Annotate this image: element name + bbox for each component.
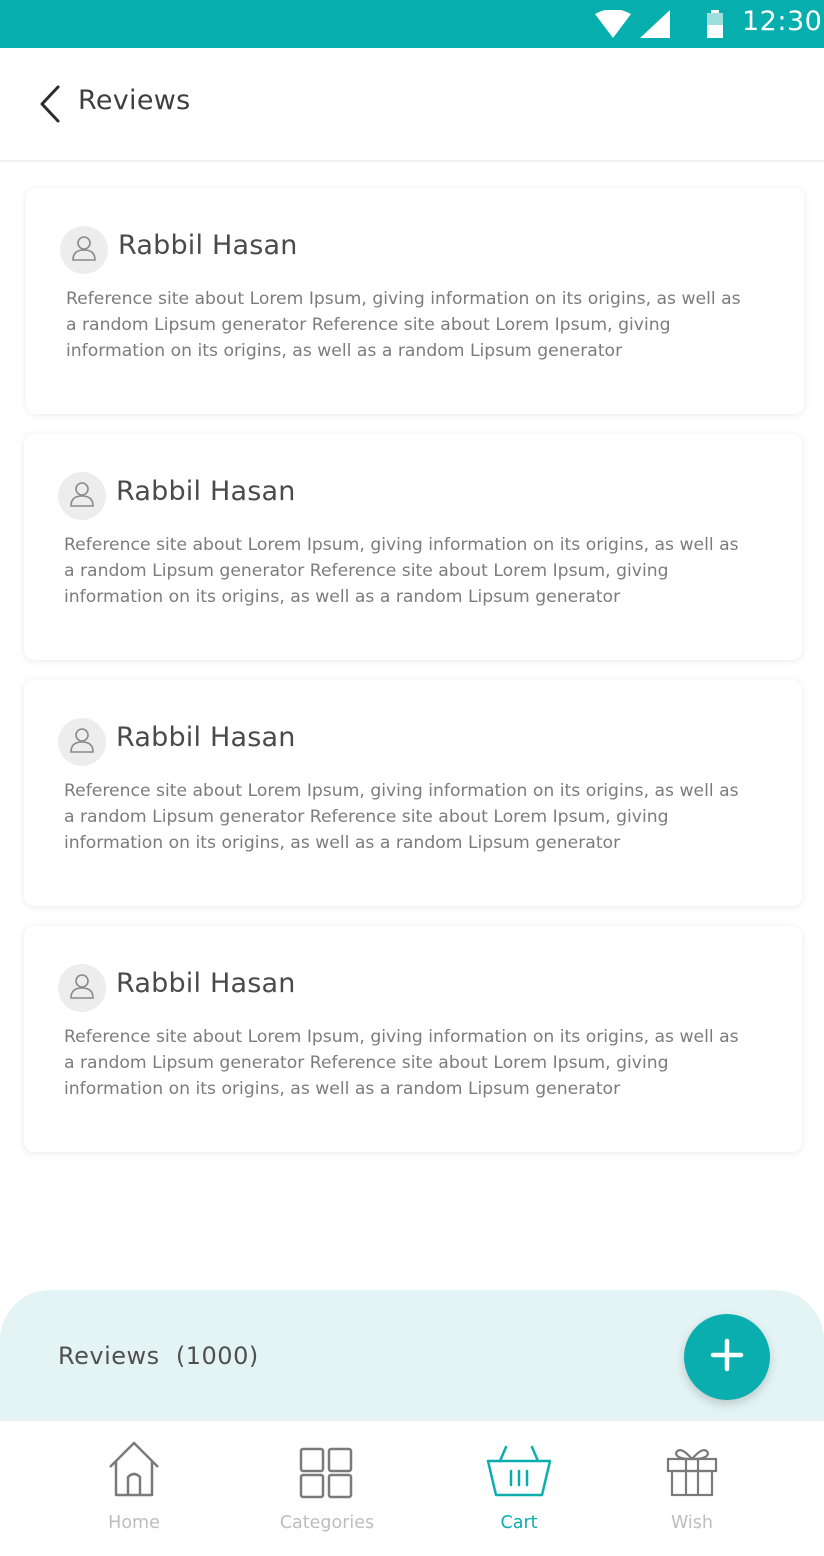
reviews-count: Reviews (1000) <box>58 1342 259 1370</box>
review-card: Rabbil Hasan Reference site about Lorem … <box>24 926 802 1152</box>
nav-item-cart[interactable]: Cart <box>429 1421 609 1556</box>
review-card: Rabbil Hasan Reference site about Lorem … <box>26 188 804 414</box>
battery-icon <box>706 10 724 42</box>
avatar <box>60 226 108 274</box>
review-text: Reference site about Lorem Ipsum, giving… <box>66 289 741 361</box>
add-review-button[interactable] <box>684 1314 770 1400</box>
bottom-nav: Home Categories Cart Wish <box>0 1420 824 1556</box>
nav-label-cart: Cart <box>500 1513 538 1533</box>
avatar <box>58 472 106 520</box>
grid-icon <box>297 1439 357 1503</box>
nav-label-wish: Wish <box>671 1513 713 1533</box>
status-bar: 12:30 <box>0 0 824 48</box>
chevron-left-icon <box>34 85 68 128</box>
gift-icon <box>662 1439 722 1503</box>
reviewer-name: Rabbil Hasan <box>116 968 296 999</box>
reviews-label: Reviews <box>58 1342 160 1370</box>
reviewer-name: Rabbil Hasan <box>116 722 296 753</box>
nav-item-categories[interactable]: Categories <box>237 1421 417 1556</box>
wifi-icon <box>594 9 632 42</box>
review-card: Rabbil Hasan Reference site about Lorem … <box>24 434 802 660</box>
avatar <box>58 964 106 1012</box>
signal-icon <box>640 10 670 42</box>
reviewer-name: Rabbil Hasan <box>116 476 296 507</box>
nav-label-categories: Categories <box>279 1513 375 1533</box>
home-icon <box>104 1439 164 1503</box>
page-title: Reviews <box>78 85 191 116</box>
user-icon <box>71 235 97 265</box>
user-icon <box>69 481 95 511</box>
user-icon <box>69 973 95 1003</box>
reviews-total: (1000) <box>175 1342 259 1370</box>
review-text: Reference site about Lorem Ipsum, giving… <box>64 1027 739 1099</box>
review-card: Rabbil Hasan Reference site about Lorem … <box>24 680 802 906</box>
app-bar: Reviews <box>0 48 824 162</box>
reviewer-name: Rabbil Hasan <box>118 230 298 261</box>
user-icon <box>69 727 95 757</box>
nav-item-home[interactable]: Home <box>44 1421 224 1556</box>
review-text: Reference site about Lorem Ipsum, giving… <box>64 781 739 853</box>
nav-label-home: Home <box>108 1513 160 1533</box>
review-text: Reference site about Lorem Ipsum, giving… <box>64 535 739 607</box>
nav-item-wish[interactable]: Wish <box>602 1421 782 1556</box>
avatar <box>58 718 106 766</box>
basket-icon <box>484 1439 554 1503</box>
back-button[interactable] <box>34 84 68 124</box>
plus-icon <box>710 1338 744 1376</box>
status-time: 12:30 <box>742 6 823 37</box>
